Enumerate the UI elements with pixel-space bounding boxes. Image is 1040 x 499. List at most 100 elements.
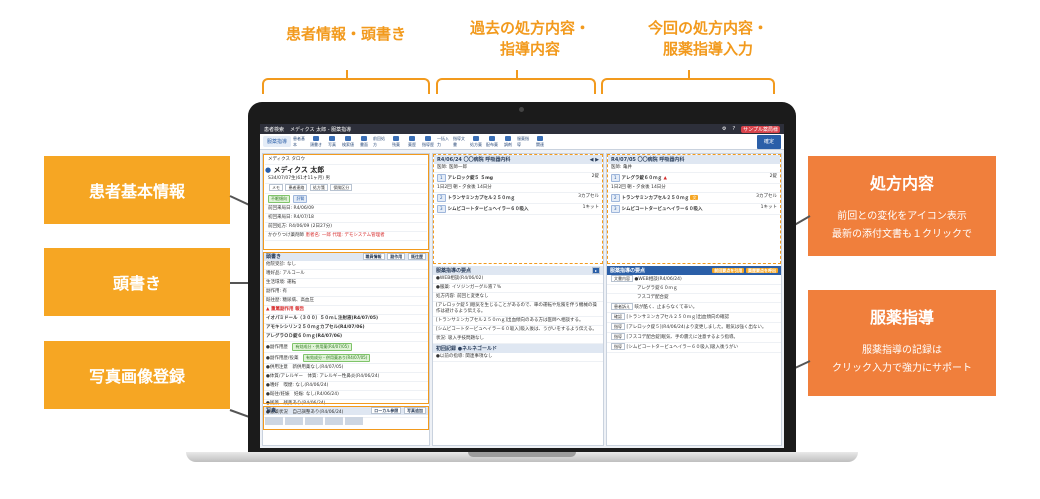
past-guidance-panel: 服薬指導の要点 ▸ ●WEB相談(R4/06/02) ●服薬: イソジンガーグル液… xyxy=(433,266,603,428)
header-drug-2: アレグラＯＤ錠６０ｍｇ(R4/07/06) xyxy=(263,333,429,342)
tool-3[interactable]: 検索値 xyxy=(341,135,355,148)
header-btn-1[interactable]: 副作用 xyxy=(387,252,406,260)
label-box-header: 頭書き xyxy=(44,248,230,316)
header-item-1: ●副作用歴/投薬 有効成分・併用薬あり(R4/07/05) xyxy=(263,353,429,364)
tool-12[interactable]: 配布薬 xyxy=(485,135,499,148)
past-guidance-line-6: 状況: 吸入手技問題なし xyxy=(433,335,603,344)
past-note-0: 1日2回 朝・夕食後 14日分 xyxy=(434,184,602,193)
badge-insomnia: 不眠傾向 xyxy=(268,195,290,203)
guidance-line1: 服薬指導の記録は xyxy=(862,345,942,356)
guidance-row-6[interactable]: 指導 [フスコデ配合錠]眠気、手の震えに注意するよう指導。 xyxy=(607,333,781,343)
bracket-right xyxy=(601,70,775,94)
label-box-photo: 写真画像登録 xyxy=(44,341,230,409)
header-item-0: ●副作用歴 有効成分・併用薬(R4/07/05) xyxy=(263,342,429,353)
photo-add-button[interactable]: 写真追加 xyxy=(404,406,426,414)
header-row-3: 副作用: 有 xyxy=(263,288,429,297)
past-guidance-expand[interactable]: ▸ xyxy=(591,267,600,274)
past-guidance-title: 服薬指導の要点 ▸ xyxy=(433,266,603,275)
quote-previous-button[interactable]: 前回要点を引用 xyxy=(712,267,745,273)
header-btn-0[interactable]: 職員情報 xyxy=(362,252,385,260)
current-drug-2[interactable]: 3 シムビコートタービュヘイラー６０吸入 1キット xyxy=(608,204,780,215)
document-icon[interactable]: 文 xyxy=(690,195,699,200)
tool-10[interactable]: 指導文書 xyxy=(453,135,467,148)
tag-insurance[interactable]: 保険区分 xyxy=(330,184,353,191)
tool-14[interactable]: 服薬指導 xyxy=(517,135,531,148)
tool-4[interactable]: 書面 xyxy=(357,135,371,148)
change-warning-icon: ▲ xyxy=(663,176,667,181)
laptop-frame: 患者検索 メディクス 太郎 - 服薬指導 ⚙ ? サンプル薬局様 服薬指導 患者… xyxy=(248,102,796,452)
header-item-5: ●既往/妊娠 妊娠: なし(R4/06/24) xyxy=(263,391,429,400)
settings-icon[interactable]: ⚙ xyxy=(722,126,726,132)
header-drug-1: アモキシシリン２５０ｍｇカプセル(R4/07/06) xyxy=(263,324,429,333)
confirm-button[interactable]: 確定 xyxy=(757,134,781,149)
current-drug-1[interactable]: 2 トランサミンカプセル２５０ｍｇ 文 3カプセル xyxy=(608,193,780,204)
tool-2[interactable]: 写真 xyxy=(325,135,339,148)
tool-7[interactable]: 薬歴 xyxy=(405,135,419,148)
tool-6[interactable]: 残薬 xyxy=(389,135,403,148)
current-drug-0[interactable]: 1 アレグラ錠６０ｍｇ ▲ 2錠 xyxy=(608,173,780,184)
tool-11[interactable]: 処方薬 xyxy=(469,135,483,148)
patient-birth: S34/07/07生(61才11ヶ月) 男 xyxy=(265,175,427,184)
tool-13[interactable]: 調剤 xyxy=(501,135,515,148)
prescription-line1: 前回との変化をアイコン表示 xyxy=(837,211,967,222)
header-btn-2[interactable]: 既往歴 xyxy=(408,252,426,260)
tool-8[interactable]: 指導歴 xyxy=(421,135,435,148)
header-panel-title: 頭書き 職員情報 副作用 既往歴 xyxy=(263,252,429,261)
photo-thumbnails[interactable] xyxy=(263,415,429,427)
guidance-input-title: 服薬指導の要点 前回要点を引用 薬歴要点を呼出 xyxy=(607,266,781,275)
help-icon[interactable]: ? xyxy=(732,126,735,132)
tool-15[interactable]: 関連 xyxy=(533,135,547,148)
past-guidance-line-0: ●WEB相談(R4/06/02) xyxy=(433,275,603,284)
top-label-past-prescription: 過去の処方内容・ 指導内容 xyxy=(430,18,630,60)
last-visit: 前回来局日: R4/06/09 xyxy=(265,205,427,214)
guidance-row-4[interactable]: 確認 [トランサミンカプセル２５０ｍｇ]出血傾向の確認 xyxy=(607,313,781,323)
insurance-info: 前回処方: R4/06/09 (2日27分) xyxy=(265,223,427,232)
tab-guidance[interactable]: 服薬指導 xyxy=(263,136,292,147)
guidance-row-0[interactable]: 文書内容 ●WEB相談(R4/06/24) xyxy=(607,275,781,285)
past-header: R4/06/24 〇〇病院 呼吸器内科 ◀ ▶ xyxy=(434,155,602,164)
tool-9[interactable]: 一括入力 xyxy=(437,135,451,148)
tool-0[interactable]: 患者基本 xyxy=(293,135,307,148)
app-toolbar: 服薬指導 患者基本 頭書き 写真 検索値 書面 前回処方 残薬 薬歴 指導歴 一… xyxy=(260,134,784,150)
header-row-1: 嗜好品: アルコール xyxy=(263,270,429,279)
header-drug-0: イオパミドール（３００）５０ｍＬ注射液(R4/07/05) xyxy=(263,315,429,324)
tag-contact[interactable]: 患者連絡 xyxy=(285,184,308,191)
guidance-title: 服薬指導 xyxy=(869,308,934,327)
call-history-button[interactable]: 薬歴要点を呼出 xyxy=(746,267,778,273)
bracket-middle xyxy=(436,70,596,94)
photo-local-button[interactable]: ローカル参照 xyxy=(371,406,402,414)
warning-icon: ▲ xyxy=(266,307,270,312)
col-patient: メディクス タロウ ● メディクス 太郎 S34/07/07生(61才11ヶ月)… xyxy=(262,153,430,446)
tag-rx[interactable]: 処方箋 xyxy=(309,184,328,191)
app-name[interactable]: 患者検索 xyxy=(264,126,284,133)
guidance-row-5[interactable]: 指導 [アレロック錠５](R4/06/24)より変更しました。眠気は強く出ない。 xyxy=(607,323,781,333)
prescription-line2: 最新の添付文書も１クリックで xyxy=(832,229,972,240)
pharmacist-row: かかりつけ薬剤師 患者名: 一郎 代理: デモシステム管理者 xyxy=(265,232,427,241)
header-row-4: 既往歴: 糖尿病、高血圧 xyxy=(263,297,429,306)
past-doctor: 医師: 医師一郎 xyxy=(434,164,602,173)
header-panel: 頭書き 職員情報 副作用 既往歴 他院受診: なし 嗜好品: アルコール 生活環… xyxy=(263,252,429,418)
patient-kana: メディクス タロウ xyxy=(265,156,427,165)
guidance-row-2[interactable]: フスコデ配合錠 xyxy=(607,294,781,303)
header-row-2: 生活環境: 運転 xyxy=(263,279,429,288)
pharmacy-badge[interactable]: サンプル薬局様 xyxy=(741,125,780,133)
past-drug-2[interactable]: 3 シムビコートタービュヘイラー６０吸入 1キット xyxy=(434,204,602,215)
first-visit: 初回来局日: R4/07/18 xyxy=(265,214,427,223)
past-drug-1[interactable]: 2 トランサミンカプセル２５０ｍｇ 3カプセル xyxy=(434,193,602,204)
patient-tags: メモ 患者連絡 処方箋 保険区分 xyxy=(265,184,427,194)
guidance-line2: クリック入力で強力にサポート xyxy=(832,363,972,374)
laptop-notch xyxy=(468,452,576,457)
past-guidance-line-4: [トランサミンカプセル２５０ｍｇ]出血傾向のある方は医師へ相談する。 xyxy=(433,317,603,326)
guidance-row-7[interactable]: 指導 [シムビコートタービュヘイラー６０吸入]吸入後うがい xyxy=(607,343,781,353)
tag-memo[interactable]: メモ xyxy=(269,184,283,191)
past-prescription-panel: R4/06/24 〇〇病院 呼吸器内科 ◀ ▶ 医師: 医師一郎 1 アレロック錠５… xyxy=(433,154,603,264)
top-label-current-prescription: 今回の処方内容・ 服薬指導入力 xyxy=(608,18,808,60)
tool-1[interactable]: 頭書き xyxy=(309,135,323,148)
chevron-left-icon[interactable]: ◀ ▶ xyxy=(590,157,599,163)
past-drug-0[interactable]: 1 アレロック錠５ ５mg 2錠 xyxy=(434,173,602,184)
guidance-row-3[interactable]: 患者訴え 咳が酷く、止まらなくて辛い。 xyxy=(607,303,781,313)
guidance-row-1[interactable]: アレグラ錠６０ｍｇ xyxy=(607,285,781,294)
top-label-patient-header: 患者情報・頭書き xyxy=(285,25,406,43)
label-box-guidance: 服薬指導 服薬指導の記録は クリック入力で強力にサポート xyxy=(808,290,996,396)
tool-5[interactable]: 前回処方 xyxy=(373,135,387,148)
